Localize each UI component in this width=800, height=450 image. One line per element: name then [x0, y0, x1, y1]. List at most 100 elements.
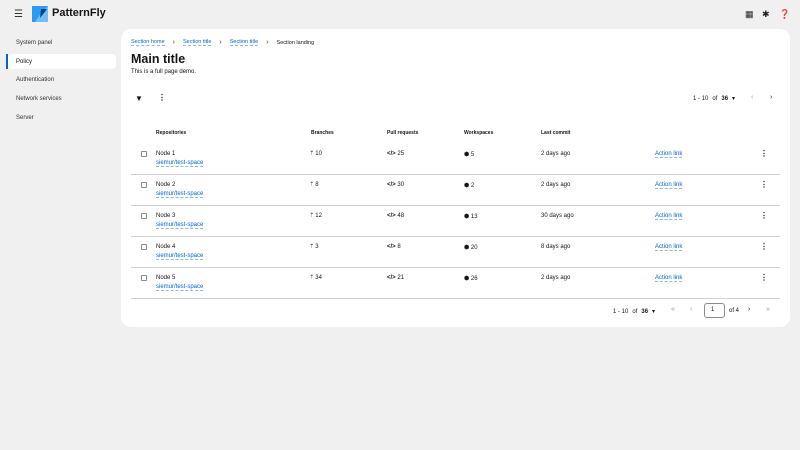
grid-icon[interactable]: ▦	[745, 9, 754, 20]
breadcrumb-link[interactable]: Section title	[182, 39, 212, 46]
code-branch-icon: ᛘ	[310, 244, 314, 250]
last-commit: 2 days ago	[541, 275, 571, 281]
repository-link[interactable]: siemur/test-space	[156, 191, 204, 198]
branches-count: 12	[315, 213, 322, 219]
table-row: Node 3 siemur/test-space ᛘ 12 </> 48 ⬢ 1…	[131, 206, 780, 237]
breadcrumb-link[interactable]: Section title	[229, 39, 259, 46]
cube-icon: ⬢	[464, 276, 470, 282]
repository-name: Node 5	[156, 275, 176, 281]
row-checkbox[interactable]	[141, 182, 147, 188]
code-icon: </>	[387, 182, 396, 188]
repository-link[interactable]: siemur/test-space	[156, 253, 204, 260]
repository-name: Node 2	[156, 182, 176, 188]
chevron-right-icon: ›	[172, 39, 175, 46]
row-kebab-icon[interactable]: ⋮	[760, 273, 768, 282]
page-title: Main title	[131, 52, 186, 66]
row-checkbox[interactable]	[141, 151, 147, 157]
row-kebab-icon[interactable]: ⋮	[760, 242, 768, 251]
code-icon: </>	[387, 244, 396, 250]
pull-requests-count: 48	[397, 213, 405, 219]
last-commit: 30 days ago	[541, 213, 574, 219]
code-icon: </>	[387, 151, 396, 157]
repository-name: Node 3	[156, 213, 176, 219]
action-link[interactable]: Action link	[655, 213, 683, 220]
last-page-icon[interactable]: »	[766, 306, 770, 313]
pull-requests-cell: </> 21	[387, 275, 404, 281]
code-branch-icon: ᛘ	[310, 213, 314, 219]
bottom-pagination-toggle[interactable]: 1 - 10 of 36 ▾	[613, 308, 655, 316]
sidebar-item-system-panel[interactable]: System panel	[16, 40, 52, 46]
sidebar-active-indicator	[6, 54, 8, 69]
help-icon[interactable]: ❓	[779, 9, 790, 20]
code-icon: </>	[387, 275, 396, 281]
column-header-pull-requests[interactable]: Pull requests	[387, 130, 418, 136]
action-link[interactable]: Action link	[655, 182, 683, 189]
cube-icon: ⬢	[464, 183, 470, 189]
last-commit: 2 days ago	[541, 151, 571, 157]
patternfly-logo	[32, 6, 48, 22]
workspaces-count: 5	[470, 152, 475, 158]
page-number-input[interactable]: 1	[704, 303, 725, 318]
branches-cell: ᛘ 34	[310, 275, 322, 281]
column-header-workspaces[interactable]: Workspaces	[464, 130, 493, 136]
sidebar-item-policy[interactable]: Policy	[16, 59, 32, 65]
action-link[interactable]: Action link	[655, 244, 683, 251]
pull-requests-cell: </> 48	[387, 213, 404, 219]
menu-toggle-icon[interactable]: ☰	[14, 9, 23, 20]
action-link[interactable]: Action link	[655, 151, 683, 158]
pull-requests-cell: </> 25	[387, 151, 404, 157]
table-row: Node 4 siemur/test-space ᛘ 3 </> 8 ⬢ 20 …	[131, 237, 780, 268]
table-row: Node 2 siemur/test-space ᛘ 8 </> 30 ⬢ 2 …	[131, 175, 780, 206]
repository-link[interactable]: siemur/test-space	[156, 284, 204, 291]
cube-icon: ⬢	[464, 214, 470, 220]
row-kebab-icon[interactable]: ⋮	[760, 180, 768, 189]
last-commit: 2 days ago	[541, 182, 571, 188]
branches-count: 3	[315, 244, 319, 250]
filter-icon[interactable]: ▼	[135, 94, 143, 103]
pull-requests-count: 25	[397, 151, 405, 157]
top-pagination-toggle[interactable]: 1 - 10 of 36 ▾	[693, 95, 735, 103]
gear-icon[interactable]: ✱	[762, 9, 770, 20]
column-header-last-commit[interactable]: Last commit	[541, 130, 570, 136]
first-page-icon[interactable]: «	[671, 306, 675, 313]
column-header-branches[interactable]: Branches	[311, 130, 334, 136]
last-commit: 8 days ago	[541, 244, 571, 250]
action-link[interactable]: Action link	[655, 275, 683, 282]
code-branch-icon: ᛘ	[310, 275, 314, 281]
pagination-total: 36	[641, 308, 649, 315]
pull-requests-count: 30	[397, 182, 405, 188]
branches-cell: ᛘ 8	[310, 182, 319, 188]
pull-requests-count: 21	[397, 275, 405, 281]
brand-name: PatternFly	[52, 7, 106, 19]
kebab-menu-icon[interactable]: ⋮	[158, 93, 166, 102]
sidebar-item-server[interactable]: Server	[16, 115, 34, 121]
repository-link[interactable]: siemur/test-space	[156, 222, 204, 229]
pull-requests-cell: </> 30	[387, 182, 404, 188]
next-page-icon[interactable]: ›	[748, 306, 750, 313]
pull-requests-count: 8	[397, 244, 401, 250]
row-checkbox[interactable]	[141, 213, 147, 219]
previous-page-icon[interactable]: ‹	[751, 94, 753, 101]
branches-count: 34	[315, 275, 322, 281]
repository-link[interactable]: siemur/test-space	[156, 160, 204, 167]
column-header-repositories[interactable]: Repositories	[156, 130, 186, 136]
sidebar-item-network-services[interactable]: Network services	[16, 96, 62, 102]
row-checkbox[interactable]	[141, 244, 147, 250]
breadcrumb-link[interactable]: Section home	[131, 39, 165, 46]
row-kebab-icon[interactable]: ⋮	[760, 211, 768, 220]
next-page-icon[interactable]: ›	[770, 94, 772, 101]
code-branch-icon: ᛘ	[310, 182, 314, 188]
row-kebab-icon[interactable]: ⋮	[760, 149, 768, 158]
workspaces-count: 20	[470, 245, 478, 251]
sidebar-item-authentication[interactable]: Authentication	[16, 77, 54, 83]
workspaces-cell: ⬢ 13	[464, 213, 478, 220]
table-row: Node 5 siemur/test-space ᛘ 34 </> 21 ⬢ 2…	[131, 268, 780, 299]
workspaces-count: 13	[470, 214, 478, 220]
branches-count: 10	[315, 151, 322, 157]
pagination-of: of	[712, 95, 718, 102]
workspaces-count: 2	[470, 183, 475, 189]
previous-page-icon[interactable]: ‹	[690, 306, 692, 313]
row-checkbox[interactable]	[141, 275, 147, 281]
page-count: of 4	[729, 308, 740, 314]
workspaces-cell: ⬢ 2	[464, 182, 474, 189]
